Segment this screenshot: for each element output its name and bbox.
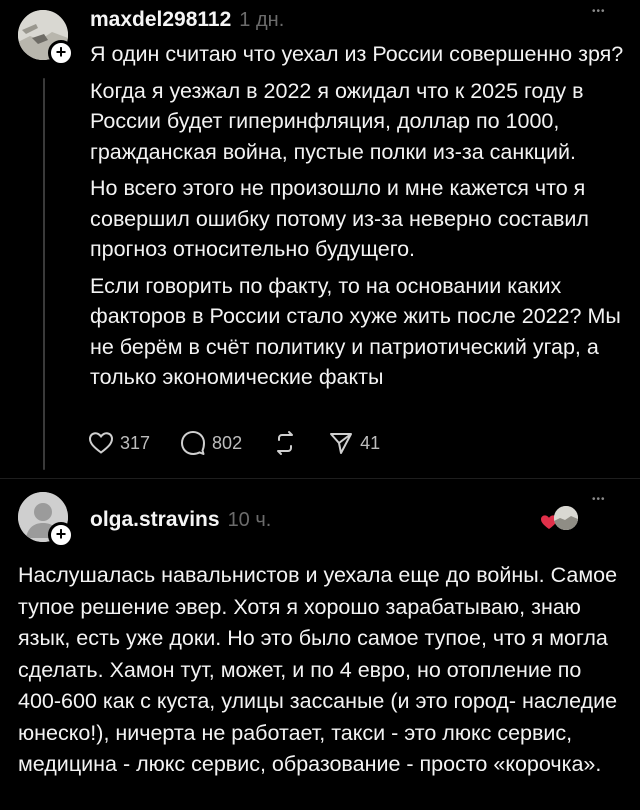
post2-timestamp: 10 ч. — [227, 509, 272, 531]
post1-paragraph: Я один считаю что уехал из России соверш… — [90, 42, 624, 66]
post2-avatar[interactable]: + — [18, 492, 74, 548]
avatar-photo-icon — [554, 506, 578, 530]
post1-avatar[interactable]: + — [18, 10, 74, 66]
post-original: + maxdel298112 1 дн. ••• Я один считаю ч… — [0, 0, 640, 480]
post2-username[interactable]: olga.stravins — [90, 508, 220, 532]
follow-plus-icon[interactable]: + — [48, 40, 74, 66]
share-icon — [330, 433, 353, 454]
divider — [0, 478, 640, 479]
post1-paragraph: Но всего этого не произошло и мне кажетс… — [90, 176, 589, 261]
liked-by-author-badge — [540, 504, 582, 534]
post1-actions: 317 802 41 — [88, 430, 410, 456]
comment-button[interactable]: 802 — [180, 430, 242, 456]
repost-button[interactable] — [272, 430, 298, 456]
post1-username[interactable]: maxdel298112 — [90, 8, 231, 32]
post1-paragraph: Когда я уезжал в 2022 я ожидал что к 202… — [90, 78, 584, 164]
like-count: 317 — [120, 432, 151, 453]
comment-count: 802 — [212, 432, 243, 453]
post1-header: maxdel298112 1 дн. — [90, 8, 284, 32]
like-button[interactable]: 317 — [88, 431, 150, 455]
heart-icon — [88, 432, 114, 454]
post2-header: olga.stravins 10 ч. — [90, 508, 271, 532]
post2-body: Наслушалась навальнистов и уехала еще до… — [18, 563, 618, 776]
author-mini-avatar — [554, 506, 578, 530]
post1-paragraph: Если говорить по факту, то на основании … — [90, 273, 621, 390]
post1-timestamp: 1 дн. — [239, 9, 285, 31]
repost-icon — [277, 431, 294, 455]
post-reply: + olga.stravins 10 ч. ••• Наслушалась на… — [0, 480, 640, 810]
post1-more-button[interactable]: ••• — [592, 6, 606, 17]
comment-icon — [181, 431, 206, 455]
follow-plus-icon[interactable]: + — [48, 522, 74, 548]
post2-more-button[interactable]: ••• — [592, 494, 606, 505]
thread-line — [43, 78, 45, 470]
post1-body: Я один считаю что уехал из России соверш… — [90, 39, 625, 399]
share-count: 41 — [360, 432, 381, 453]
share-button[interactable]: 41 — [328, 430, 380, 456]
